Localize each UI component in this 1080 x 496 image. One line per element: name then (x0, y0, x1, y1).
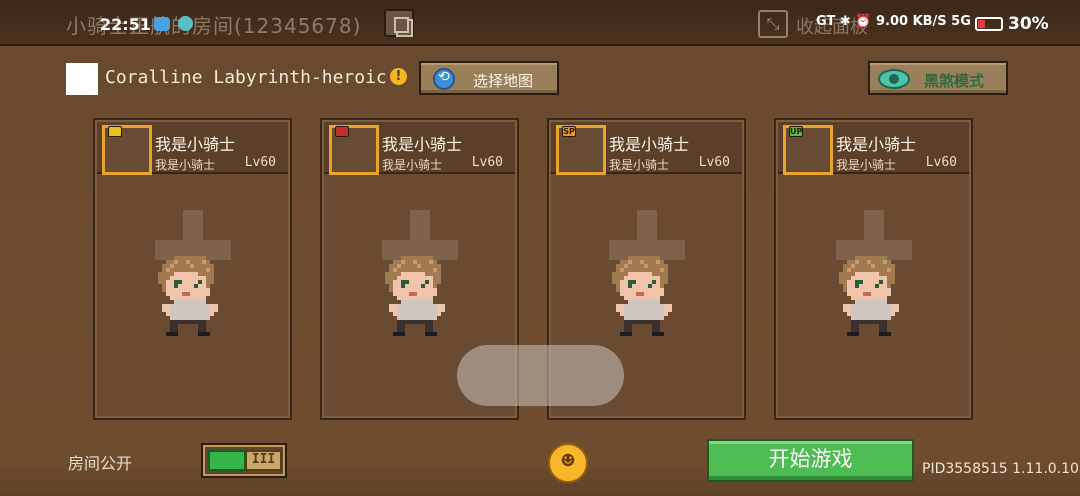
knight-character-icon (385, 256, 445, 336)
pet-slot[interactable]: UP (783, 125, 833, 175)
dark-mode-button[interactable]: 黑煞模式 (868, 61, 1008, 95)
start-game-button[interactable]: 开始游戏 (707, 439, 914, 482)
pet-slot[interactable] (329, 125, 379, 175)
hero-level: Lv60 (698, 155, 730, 170)
player-card[interactable]: 我是小骑士 我是小骑士 Lv60 (93, 118, 292, 420)
player-card-header: 我是小骑士 我是小骑士 Lv60 (97, 122, 288, 175)
player-name: 我是小骑士 (382, 135, 463, 154)
battery-icon (975, 17, 1003, 31)
map-name: Coralline Labyrinth-heroic (105, 67, 387, 88)
knight-character-icon (839, 256, 899, 336)
player-card-header: 我是小骑士 我是小骑士 Lv60 (324, 122, 515, 175)
collapse-icon[interactable]: ⤡ (758, 10, 788, 38)
eye-icon (878, 69, 910, 89)
weather-icon (154, 17, 170, 31)
warning-icon[interactable]: ! (390, 68, 407, 85)
grin-emoji-icon[interactable]: ☻ (548, 443, 588, 483)
copy-room-id-button[interactable] (384, 9, 414, 37)
pet-slot[interactable]: SP (556, 125, 606, 175)
dark-mode-label: 黑煞模式 (924, 72, 985, 90)
floating-gesture-bubble[interactable] (457, 345, 624, 406)
hero-name: 我是小骑士 (155, 158, 216, 172)
hero-name: 我是小骑士 (836, 158, 897, 172)
player-card[interactable]: UP 我是小骑士 我是小骑士 Lv60 (774, 118, 973, 420)
rank-badge-icon (335, 126, 349, 137)
player-card-header: UP 我是小骑士 我是小骑士 Lv60 (778, 122, 969, 175)
map-thumbnail (66, 63, 98, 95)
app-notification-icon (178, 16, 193, 31)
player-name: 我是小骑士 (155, 135, 236, 154)
hero-level: Lv60 (471, 155, 503, 170)
player-name: 我是小骑士 (836, 135, 917, 154)
select-map-button[interactable]: 选择地图 (419, 61, 559, 95)
hero-name: 我是小骑士 (382, 158, 443, 172)
pid-version: PID3558515 1.11.0.10 (922, 461, 1079, 477)
knight-character-icon (612, 256, 672, 336)
knight-character-icon (158, 256, 218, 336)
rank-badge-icon: UP (789, 126, 803, 137)
room-public-label: 房间公开 (68, 454, 133, 473)
hero-name: 我是小骑士 (609, 158, 670, 172)
pet-slot[interactable] (102, 125, 152, 175)
status-icons: GT ✱ ⏰ 9.00 KB/S 5G (816, 14, 971, 29)
player-name: 我是小骑士 (609, 135, 690, 154)
refresh-icon (433, 68, 455, 90)
player-card-header: SP 我是小骑士 我是小骑士 Lv60 (551, 122, 742, 175)
select-map-label: 选择地图 (473, 72, 534, 90)
battery-percent: 30% (1008, 14, 1049, 34)
room-public-toggle[interactable]: III (201, 443, 287, 478)
hero-level: Lv60 (925, 155, 957, 170)
rank-badge-icon (108, 126, 122, 137)
toggle-on-indicator (208, 450, 246, 471)
toggle-knob: III (245, 450, 282, 471)
rank-badge-icon: SP (562, 126, 576, 137)
status-time: 22:51 (100, 15, 151, 34)
hero-level: Lv60 (244, 155, 276, 170)
